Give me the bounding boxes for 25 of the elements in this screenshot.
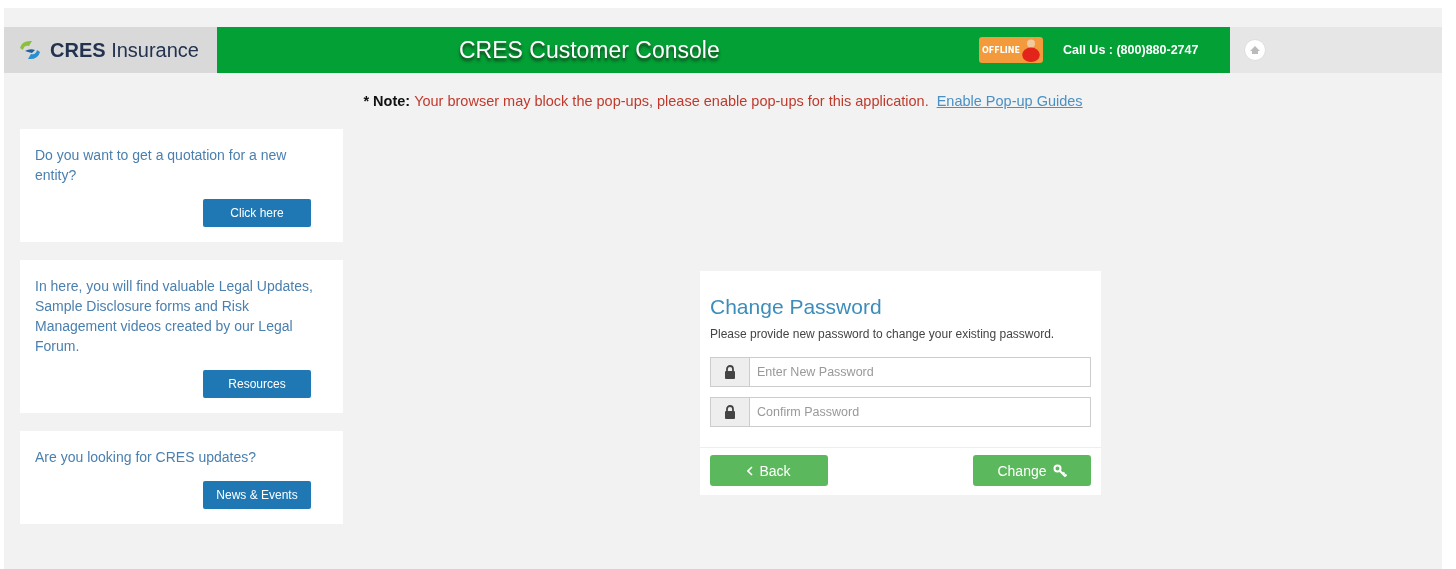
card-text: Are you looking for CRES updates? xyxy=(35,448,257,467)
card-text: Do you want to get a quotation for a new entity? xyxy=(35,146,288,185)
logo-text: CRES Insurance xyxy=(50,38,199,62)
key-icon xyxy=(1052,463,1067,478)
app-title: CRES Customer Console xyxy=(459,36,721,64)
user-avatar-icon[interactable] xyxy=(1243,39,1266,61)
card-button[interactable]: News & Events xyxy=(203,481,311,509)
chevron-left-icon xyxy=(747,465,754,476)
phone-number: Call Us : (800)880-2747 xyxy=(1062,43,1199,57)
password-field[interactable]: Confirm Password xyxy=(749,397,1091,427)
agent-icon xyxy=(1020,38,1041,62)
chat-status-badge[interactable]: OFFLINE xyxy=(979,37,1043,63)
popup-guides-link[interactable]: Enable Pop-up Guides xyxy=(936,93,1083,109)
card-button[interactable]: Resources xyxy=(203,370,311,398)
password-field[interactable]: Enter New Password xyxy=(749,357,1091,387)
card-title: Change Password xyxy=(710,295,883,319)
card-description: Please provide new password to change your existing password. xyxy=(710,327,1056,341)
card-button[interactable]: Click here xyxy=(203,199,311,227)
back-button[interactable]: Back xyxy=(710,455,828,486)
lock-icon xyxy=(724,365,736,379)
card-text: In here, you will find valuable Legal Updates, Sample Disclosure forms and Risk Management videos created by our Legal Forum. xyxy=(35,277,314,356)
change-button[interactable]: Change xyxy=(973,455,1091,486)
popup-warning: Your browser may block the pop-ups, please enable pop-ups for this application. xyxy=(414,93,929,109)
note-label: * Note: xyxy=(363,93,411,109)
lock-icon xyxy=(724,405,736,419)
